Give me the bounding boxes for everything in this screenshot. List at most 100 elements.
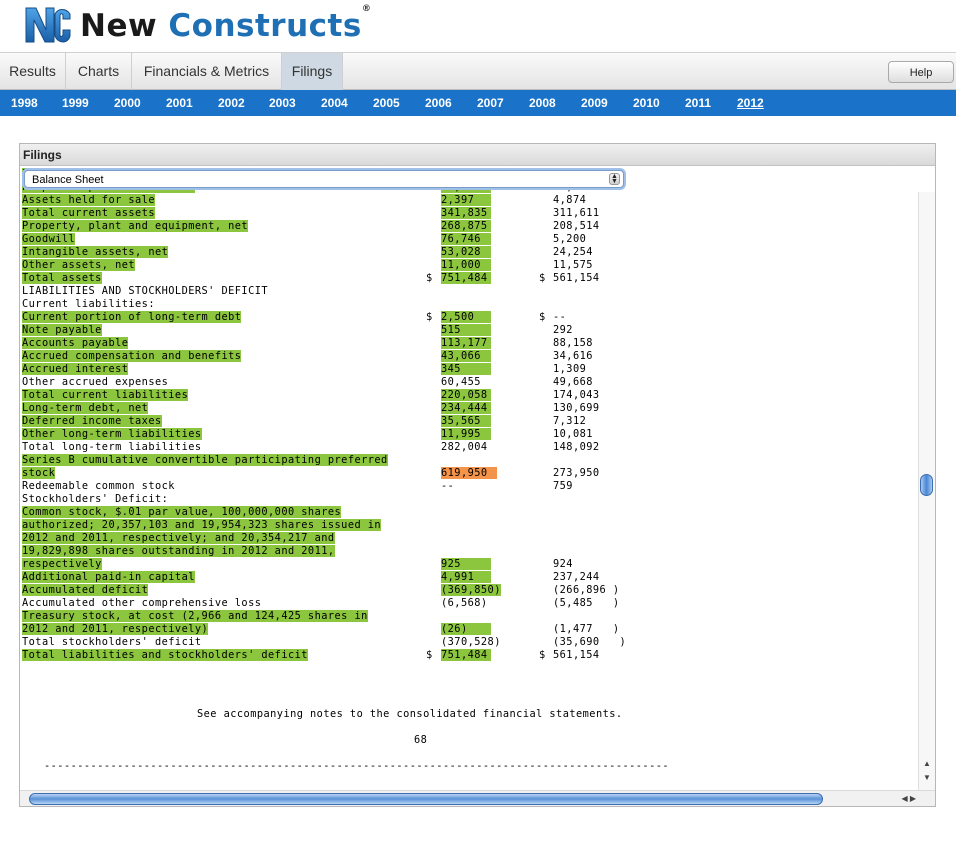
value-2012: 341,835 xyxy=(441,207,491,219)
value-2011: 311,611 xyxy=(553,207,600,219)
line-label: LIABILITIES AND STOCKHOLDERS' DEFICIT xyxy=(22,285,269,297)
horizontal-scrollbar[interactable]: ◀ ▶ xyxy=(20,790,935,806)
line-label: 2012 and 2011, respectively) xyxy=(22,623,209,635)
help-button[interactable]: Help xyxy=(888,61,954,83)
value-2011: 88,158 xyxy=(553,337,593,349)
line-label: respectively xyxy=(22,558,102,570)
line-label: Total stockholders' deficit xyxy=(22,636,202,648)
filing-document[interactable]: Investments in and equity, affiliates, a… xyxy=(20,168,918,790)
page-number: 68 xyxy=(414,734,428,746)
value-2012: (370,528) xyxy=(441,636,501,648)
line-label: Treasury stock, at cost (2,966 and 124,4… xyxy=(22,610,368,622)
value-2012: 2,397 xyxy=(441,194,491,206)
scroll-up-arrow-icon[interactable]: ▲ xyxy=(921,758,933,770)
currency-symbol: $ xyxy=(539,649,546,661)
currency-symbol: $ xyxy=(426,272,433,284)
registered-mark: ® xyxy=(361,3,372,14)
line-label: Other accrued expenses xyxy=(22,376,169,388)
year-link-2006[interactable]: 2006 xyxy=(425,90,452,116)
tab-filings[interactable]: Filings xyxy=(282,53,343,90)
value-2012: 751,484 xyxy=(441,272,491,284)
value-2012: 60,455 xyxy=(441,376,481,388)
tab-results[interactable]: Results xyxy=(0,53,66,90)
panel-title: Filings xyxy=(20,144,935,166)
line-label: Accumulated deficit xyxy=(22,584,149,596)
line-label: Redeemable common stock xyxy=(22,480,175,492)
year-link-2008[interactable]: 2008 xyxy=(529,90,556,116)
year-link-2001[interactable]: 2001 xyxy=(166,90,193,116)
header: New Constructs® xyxy=(0,0,956,52)
value-2011: (5,485 ) xyxy=(553,597,620,609)
year-link-2011[interactable]: 2011 xyxy=(685,90,711,116)
year-link-2002[interactable]: 2002 xyxy=(218,90,245,116)
line-label: Total current assets xyxy=(22,207,155,219)
brand-name-part2: Constructs xyxy=(168,8,362,44)
line-label: Total long-term liabilities xyxy=(22,441,202,453)
value-2011: 292 xyxy=(553,324,573,336)
value-2011: 759 xyxy=(553,480,573,492)
value-2012: (26) xyxy=(441,623,491,635)
year-link-2010[interactable]: 2010 xyxy=(633,90,660,116)
value-2011: 1,309 xyxy=(553,363,587,375)
value-2011: 148,092 xyxy=(553,441,600,453)
value-2012: 2,500 xyxy=(441,311,491,323)
line-label: Assets held for sale xyxy=(22,194,155,206)
line-label: Current liabilities: xyxy=(22,298,155,310)
value-2012: 234,444 xyxy=(441,402,491,414)
scroll-down-arrow-icon[interactable]: ▼ xyxy=(921,772,933,784)
value-2011: -- xyxy=(553,311,567,323)
tab-charts[interactable]: Charts xyxy=(66,53,132,90)
line-label: Series B cumulative convertible particip… xyxy=(22,454,388,466)
line-label: Accrued interest xyxy=(22,363,129,375)
year-link-2012[interactable]: 2012 xyxy=(737,90,764,116)
line-label: Stockholders' Deficit: xyxy=(22,493,169,505)
year-link-1999[interactable]: 1999 xyxy=(62,90,89,116)
value-2011: 49,668 xyxy=(553,376,593,388)
value-2012: 4,991 xyxy=(441,571,491,583)
year-link-2003[interactable]: 2003 xyxy=(269,90,296,116)
line-label: Other long-term liabilities xyxy=(22,428,202,440)
vertical-scrollbar[interactable]: ▲ ▼ xyxy=(918,192,935,790)
value-2011: 924 xyxy=(553,558,573,570)
value-2011: 11,575 xyxy=(553,259,593,271)
value-2012: 11,995 xyxy=(441,428,491,440)
currency-symbol: $ xyxy=(426,311,433,323)
value-2011: 34,616 xyxy=(553,350,593,362)
currency-symbol: $ xyxy=(539,311,546,323)
line-label: Total current liabilities xyxy=(22,389,189,401)
value-2012: 113,177 xyxy=(441,337,491,349)
value-2011: 208,514 xyxy=(553,220,600,232)
year-link-2004[interactable]: 2004 xyxy=(321,90,348,116)
vertical-scroll-thumb[interactable] xyxy=(920,474,933,496)
year-bar: 1998 1999 2000 2001 2002 2003 2004 2005 … xyxy=(0,90,956,116)
value-2012: 43,066 xyxy=(441,350,491,362)
scroll-left-right-arrows-icon[interactable]: ◀ ▶ xyxy=(884,793,916,804)
value-2011: 237,244 xyxy=(553,571,600,583)
tab-financials-metrics[interactable]: Financials & Metrics xyxy=(132,53,282,90)
footnote: See accompanying notes to the consolidat… xyxy=(197,708,623,720)
year-link-2005[interactable]: 2005 xyxy=(373,90,400,116)
line-label: authorized; 20,357,103 and 19,954,323 sh… xyxy=(22,519,382,531)
year-link-2009[interactable]: 2009 xyxy=(581,90,608,116)
statement-select-value: Balance Sheet xyxy=(32,174,104,186)
value-2011: 10,081 xyxy=(553,428,593,440)
value-2011: 24,254 xyxy=(553,246,593,258)
value-2011: 5,200 xyxy=(553,233,587,245)
filings-panel: Filings Investments in and equity, affil… xyxy=(19,143,936,807)
value-2012: 35,565 xyxy=(441,415,491,427)
statement-select[interactable]: Balance Sheet ▲ ▼ xyxy=(24,170,624,188)
value-2011: 4,874 xyxy=(553,194,587,206)
year-link-2007[interactable]: 2007 xyxy=(477,90,504,116)
new-constructs-logo-mark[interactable] xyxy=(22,2,72,48)
line-label: 19,829,898 shares outstanding in 2012 an… xyxy=(22,545,335,557)
value-2011: (266,896 ) xyxy=(553,584,620,596)
year-link-1998[interactable]: 1998 xyxy=(11,90,38,116)
year-link-2000[interactable]: 2000 xyxy=(114,90,141,116)
value-2012: 76,746 xyxy=(441,233,491,245)
select-arrows-icon: ▲ ▼ xyxy=(609,173,620,185)
value-2012: 619,950 xyxy=(441,467,497,479)
brand-name: New Constructs® xyxy=(80,4,371,44)
value-2012: 925 xyxy=(441,558,491,570)
line-label: Deferred income taxes xyxy=(22,415,162,427)
horizontal-scroll-thumb[interactable] xyxy=(29,793,823,805)
